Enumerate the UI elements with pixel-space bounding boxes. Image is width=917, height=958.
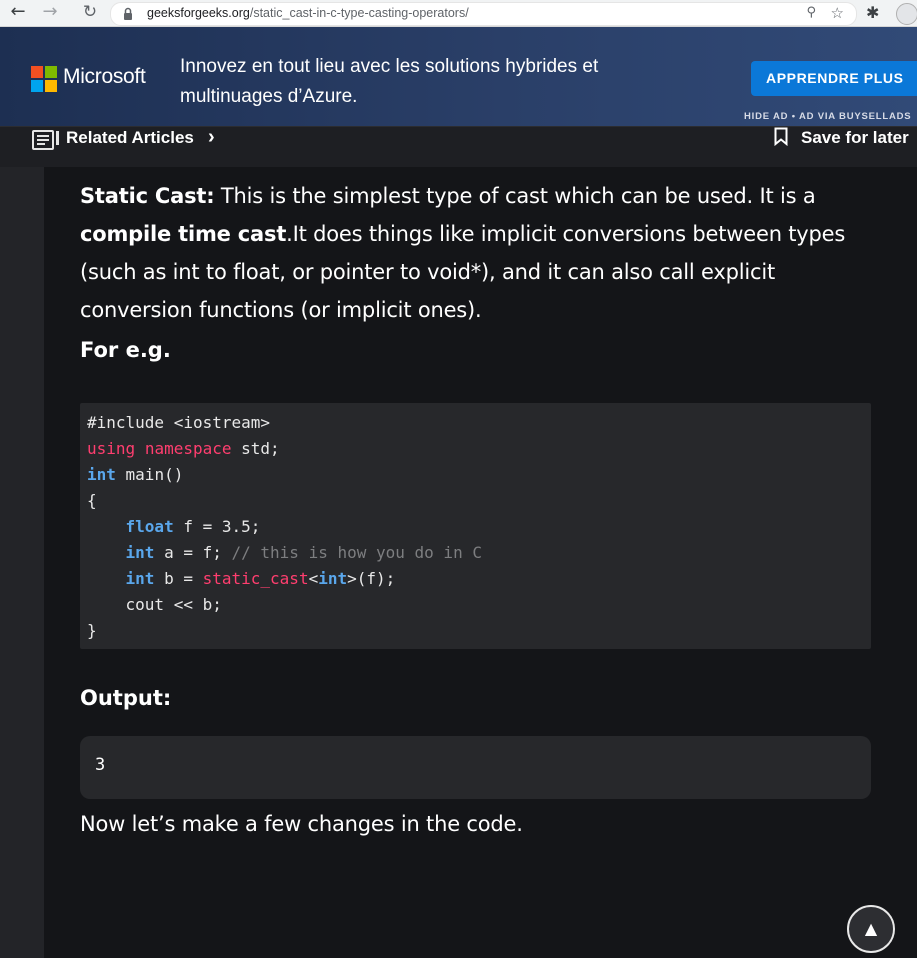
chevron-right-icon[interactable]: ›: [208, 126, 215, 149]
ad-text-line2: multinuages d’Azure.: [180, 86, 358, 107]
bookmark-icon[interactable]: [774, 127, 788, 146]
ad-cta-button[interactable]: APPRENDRE PLUS: [751, 61, 917, 96]
profile-avatar-icon[interactable]: [896, 3, 917, 25]
save-for-later-button[interactable]: Save for later: [801, 128, 909, 148]
ad-text-line1: Innovez en tout lieu avec les solutions …: [180, 56, 599, 77]
output-heading: Output:: [80, 686, 172, 710]
extensions-puzzle-icon[interactable]: ✱: [866, 3, 879, 22]
left-rail: [0, 167, 44, 958]
reload-icon[interactable]: ↻: [80, 3, 100, 23]
url-text: geeksforgeeks.org/static_cast-in-c-type-…: [147, 6, 469, 20]
output-block: 3: [80, 736, 871, 799]
article-list-icon: [32, 130, 54, 150]
output-value: 3: [95, 755, 106, 775]
article-list-icon-accent: [56, 131, 59, 145]
compile-time-cast-term: compile time cast: [80, 222, 287, 246]
ad-banner[interactable]: Microsoft Innovez en tout lieu avec les …: [0, 27, 917, 126]
forward-arrow-icon[interactable]: →: [40, 3, 60, 23]
ad-brand: Microsoft: [63, 65, 146, 88]
scroll-to-top-button[interactable]: ▲: [847, 905, 895, 953]
ad-text: Innovez en tout lieu avec les solutions …: [180, 52, 650, 112]
bookmark-star-icon[interactable]: ☆: [831, 4, 844, 22]
lock-icon: [124, 7, 132, 20]
address-bar[interactable]: geeksforgeeks.org/static_cast-in-c-type-…: [110, 2, 857, 26]
triangle-up-icon: ▲: [864, 919, 878, 938]
back-arrow-icon[interactable]: ←: [8, 3, 28, 23]
intro-paragraph: Static Cast: This is the simplest type o…: [80, 184, 846, 322]
browser-toolbar: ← → ↻ geeksforgeeks.org/static_cast-in-c…: [0, 0, 917, 27]
related-articles-button[interactable]: Related Articles: [66, 128, 194, 148]
code-text: #include <iostream> using namespace std;…: [87, 413, 482, 640]
hide-ad-link[interactable]: HIDE AD • AD VIA BUYSELLADS: [744, 111, 911, 122]
static-cast-heading: Static Cast:: [80, 184, 215, 208]
code-block: #include <iostream> using namespace std;…: [80, 403, 871, 649]
microsoft-logo-icon: [31, 66, 57, 92]
next-paragraph: Now let’s make a few changes in the code…: [80, 812, 523, 836]
for-example-label: For e.g.: [80, 338, 171, 362]
related-articles-bar: Related Articles › Save for later: [0, 126, 917, 167]
zoom-icon[interactable]: ⚲: [806, 5, 816, 20]
